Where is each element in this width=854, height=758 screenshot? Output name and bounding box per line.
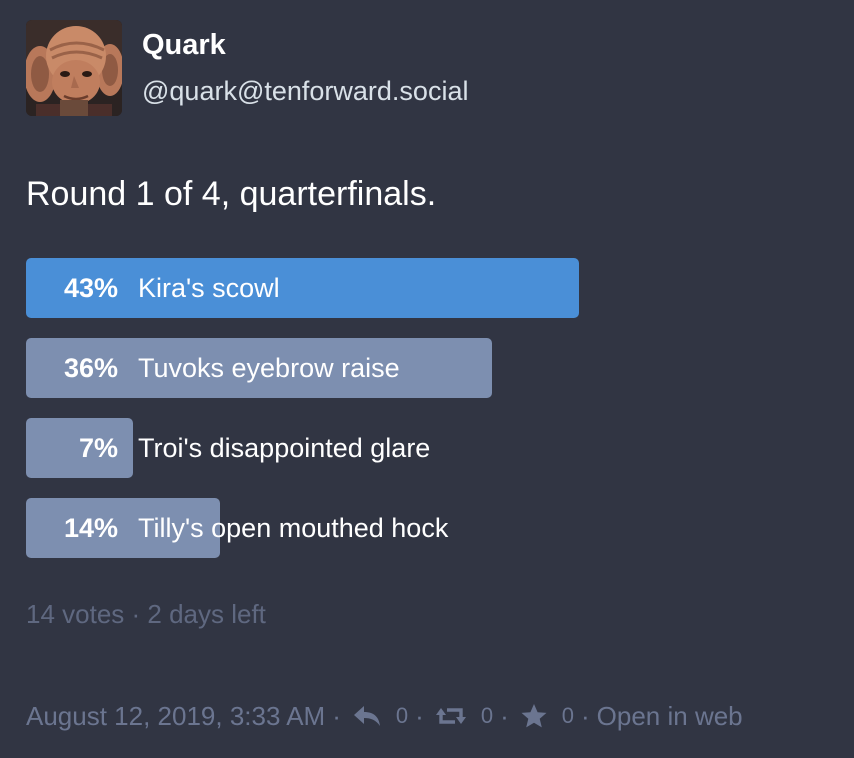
poll-option-label: Kira's scowl bbox=[138, 272, 280, 303]
poll-option-label: Tilly's open mouthed hock bbox=[138, 512, 449, 543]
boost-count: 0 bbox=[480, 703, 494, 728]
poll-option: 36% Tuvoks eyebrow raise bbox=[26, 338, 826, 398]
poll-option: 14% Tilly's open mouthed hock bbox=[26, 498, 826, 558]
poll-option: 43% Kira's scowl bbox=[26, 258, 826, 318]
poll-footer: 14 votes · 2 days left bbox=[26, 599, 266, 629]
status-header: Quark @quark@tenforward.social bbox=[26, 20, 468, 116]
poll: 43% Kira's scowl 36% Tuvoks eyebrow raise 7%… bbox=[26, 258, 826, 578]
poll-option-label: Tuvoks eyebrow raise bbox=[138, 352, 400, 383]
account-names: Quark @quark@tenforward.social bbox=[142, 20, 468, 108]
poll-option-percent: 43% bbox=[63, 272, 118, 303]
boost-icon[interactable] bbox=[435, 704, 467, 728]
reply-count: 0 bbox=[395, 703, 409, 728]
avatar-portrait-icon bbox=[26, 20, 122, 116]
poll-option-percent: 36% bbox=[63, 352, 118, 383]
avatar[interactable] bbox=[26, 20, 122, 116]
meta-separator: · bbox=[500, 701, 509, 731]
meta-separator: · bbox=[415, 701, 424, 731]
star-icon[interactable] bbox=[520, 703, 548, 729]
display-name[interactable]: Quark bbox=[142, 26, 468, 64]
account-handle[interactable]: @quark@tenforward.social bbox=[142, 74, 468, 108]
status-content: Round 1 of 4, quarterfinals. bbox=[26, 175, 437, 213]
timestamp-link[interactable]: August 12, 2019, 3:33 AM bbox=[26, 698, 325, 734]
open-in-web-link[interactable]: Open in web bbox=[597, 698, 743, 734]
poll-option-percent: 7% bbox=[78, 432, 118, 463]
meta-separator: · bbox=[332, 701, 341, 731]
favourite-count: 0 bbox=[561, 703, 574, 728]
reply-icon[interactable] bbox=[352, 704, 382, 728]
poll-option-label: Troi's disappointed glare bbox=[138, 432, 431, 463]
poll-option-percent: 14% bbox=[63, 512, 118, 543]
status-meta: August 12, 2019, 3:33 AM · 0 · 0 · 0 · O… bbox=[26, 698, 743, 734]
meta-separator: · bbox=[580, 701, 590, 731]
poll-option: 7% Troi's disappointed glare bbox=[26, 418, 826, 478]
